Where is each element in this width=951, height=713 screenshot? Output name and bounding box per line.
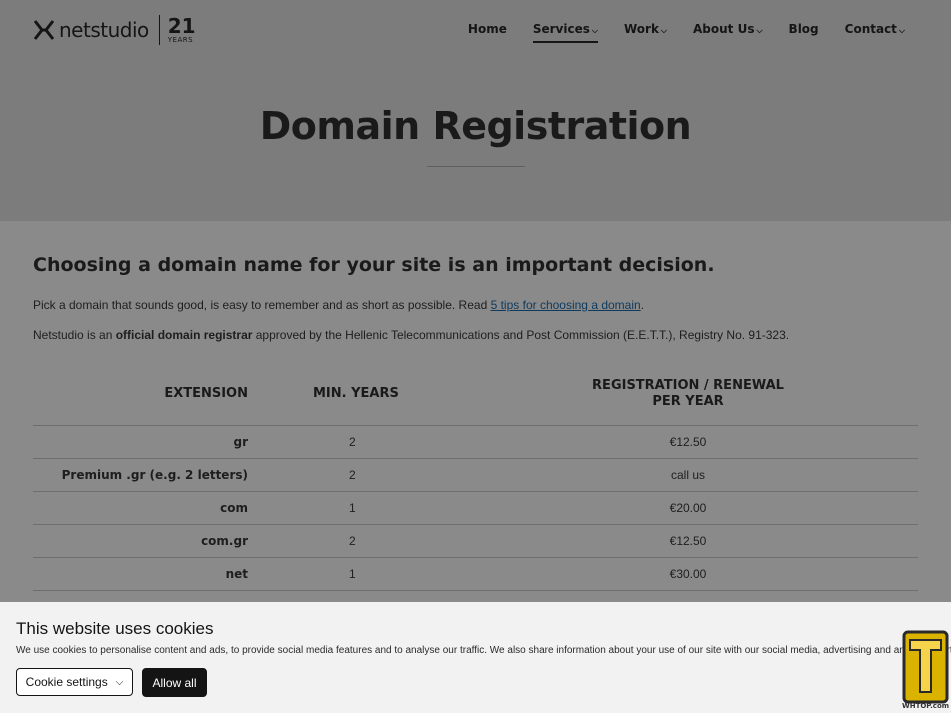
whtop-watermark: WHTOP.com — [902, 702, 950, 710]
cell-min-years: 2 — [349, 435, 356, 449]
chevron-down-icon: ⌵ — [660, 26, 667, 35]
nav-blog-label: Blog — [788, 22, 819, 36]
page-title: Domain Registration — [259, 104, 692, 148]
cookie-banner: This website uses cookies We use cookies… — [0, 602, 951, 713]
nav-services[interactable]: Services ⌵ — [532, 22, 599, 43]
header-extension: EXTENSION — [164, 386, 248, 401]
registrar-text-end: approved by the Hellenic Telecommunicati… — [252, 328, 790, 342]
logo-text: netstudio — [59, 18, 149, 42]
cell-extension: com — [220, 501, 248, 515]
cell-extension: Premium .gr (e.g. 2 letters) — [61, 468, 248, 482]
cell-min-years: 2 — [349, 468, 356, 482]
section-heading: Choosing a domain name for your site is … — [33, 254, 715, 276]
title-divider — [427, 166, 525, 167]
chevron-down-icon: ⌵ — [115, 676, 124, 688]
registrar-text-start: Netstudio is an — [33, 328, 116, 342]
hero-section: netstudio 21 YEARS Home Services ⌵ Work ⌵ … — [0, 0, 951, 221]
tips-link[interactable]: 5 tips for choosing a domain — [491, 298, 641, 312]
nav-blog[interactable]: Blog — [789, 22, 819, 41]
nav-home[interactable]: Home — [468, 22, 507, 41]
nav-about-us-label: About Us — [693, 22, 755, 36]
nav-contact-label: Contact — [844, 22, 897, 36]
logo-divider — [158, 15, 160, 45]
intro-text: Pick a domain that sounds good, is easy … — [33, 298, 491, 312]
cookie-settings-button[interactable]: Cookie settings ⌵ — [16, 668, 133, 696]
nav-about-us[interactable]: About Us ⌵ — [693, 22, 763, 41]
netstudio-logo[interactable]: netstudio 21 YEARS — [33, 14, 196, 46]
cell-price: €12.50 — [669, 534, 707, 548]
chevron-down-icon: ⌵ — [591, 26, 598, 35]
nav-contact[interactable]: Contact ⌵ — [845, 22, 905, 41]
chevron-down-icon: ⌵ — [756, 26, 763, 35]
registrar-bold: official domain registrar — [115, 328, 253, 342]
cell-price: call us — [670, 468, 705, 482]
table-row: com 1 €20.00 — [33, 491, 918, 524]
nav-work[interactable]: Work ⌵ — [624, 22, 667, 41]
header-registration-line1: REGISTRATION / RENEWAL — [592, 378, 784, 393]
logo-years-label: YEARS — [167, 36, 194, 44]
chevron-down-icon: ⌵ — [898, 26, 905, 35]
cell-min-years: 1 — [349, 567, 356, 581]
pricing-table: gr 2 €12.50 Premium .gr (e.g. 2 letters)… — [33, 425, 918, 623]
cell-min-years: 1 — [349, 501, 356, 515]
registrar-paragraph: Netstudio is an official domain registra… — [33, 328, 789, 342]
cell-extension: com.gr — [201, 534, 248, 548]
table-row: Premium .gr (e.g. 2 letters) 2 call us — [33, 458, 918, 491]
allow-all-label: Allow all — [152, 675, 197, 690]
header-registration-line2: PER YEAR — [652, 394, 724, 409]
nav-home-label: Home — [467, 22, 507, 36]
table-row: com.gr 2 €12.50 — [33, 524, 918, 557]
nav-work-label: Work — [623, 22, 659, 36]
table-row: net 1 €30.00 — [33, 557, 918, 590]
cookie-title: This website uses cookies — [16, 619, 214, 638]
netstudio-x-icon — [33, 20, 55, 40]
logo-years: 21 YEARS — [168, 16, 196, 44]
nav-services-label: Services — [532, 22, 590, 36]
main-nav: Home Services ⌵ Work ⌵ About Us ⌵ Blog Cont… — [442, 22, 905, 43]
cell-price: €30.00 — [669, 567, 707, 581]
cookie-text: We use cookies to personalise content an… — [16, 645, 951, 656]
pricing-table-header: EXTENSION MIN. YEARS REGISTRATION / RENE… — [33, 378, 918, 426]
cell-extension: gr — [233, 435, 248, 449]
cell-min-years: 2 — [349, 534, 356, 548]
cell-price: €12.50 — [669, 435, 707, 449]
header-registration: REGISTRATION / RENEWAL PER YEAR — [573, 378, 803, 410]
allow-all-button[interactable]: Allow all — [142, 668, 207, 697]
logo-years-number: 21 — [167, 14, 196, 38]
whtop-logo-icon — [902, 630, 949, 704]
intro-period: . — [640, 298, 645, 312]
header-min-years: MIN. YEARS — [313, 386, 399, 401]
cell-extension: net — [225, 567, 248, 581]
cell-price: €20.00 — [669, 501, 707, 515]
cookie-settings-label: Cookie settings — [25, 675, 108, 689]
intro-paragraph: Pick a domain that sounds good, is easy … — [33, 298, 644, 312]
table-row: gr 2 €12.50 — [33, 425, 918, 458]
